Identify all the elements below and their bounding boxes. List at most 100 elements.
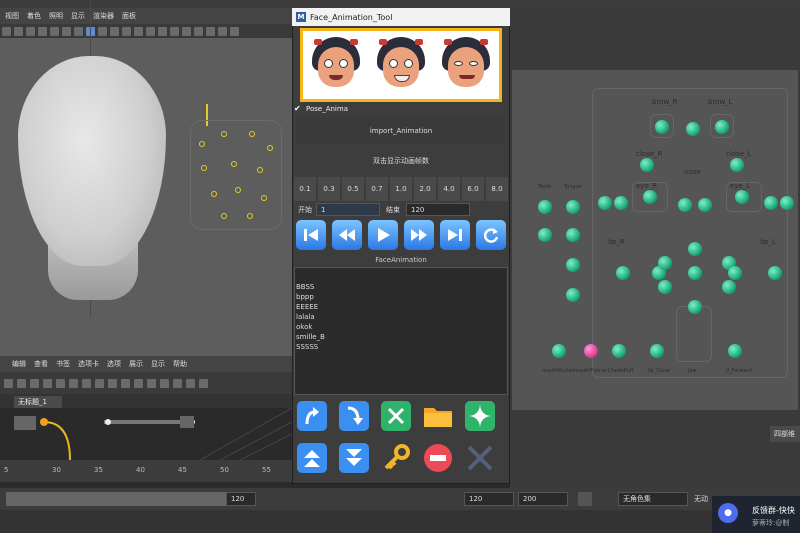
move-up-button[interactable]	[296, 400, 328, 432]
ctrl-lip-l-down[interactable]	[722, 280, 736, 294]
speed-button[interactable]: 6.0	[462, 177, 484, 201]
pose-thumbnail-3[interactable]	[440, 35, 492, 95]
rig-control[interactable]	[201, 165, 207, 171]
go-to-end-button[interactable]	[440, 220, 470, 250]
rig-control[interactable]	[221, 131, 227, 137]
graph-icon[interactable]	[82, 378, 91, 388]
speed-button[interactable]: 0.7	[366, 177, 388, 201]
rig-control[interactable]	[261, 195, 267, 201]
ctrl-close-l[interactable]	[730, 158, 744, 172]
ctrl-nose-r[interactable]	[678, 198, 692, 212]
go-to-start-button[interactable]	[296, 220, 326, 250]
sparkle-button[interactable]	[464, 400, 496, 432]
list-item[interactable]: bppp	[296, 292, 507, 302]
fast-forward-button[interactable]	[404, 220, 434, 250]
isolate-icon[interactable]	[170, 26, 179, 36]
graph-tab[interactable]: 无标题_1	[14, 396, 62, 408]
delete-item-button[interactable]	[380, 400, 412, 432]
menu-tabs[interactable]: 选项卡	[78, 359, 99, 369]
graph-icon[interactable]	[30, 378, 39, 388]
menu-bookmarks[interactable]: 书签	[56, 359, 70, 369]
camera-icon[interactable]	[2, 26, 11, 36]
menu-shading[interactable]: 着色	[27, 11, 41, 21]
graph-icon[interactable]	[95, 378, 104, 388]
ctrl-eye-l[interactable]	[735, 190, 749, 204]
ctrl-lip-r-down[interactable]	[658, 280, 672, 294]
shadows-icon[interactable]	[158, 26, 167, 36]
graph-icon[interactable]	[17, 378, 26, 388]
pose-thumbnail-2[interactable]	[375, 35, 427, 95]
range-slider[interactable]	[6, 492, 252, 506]
speed-button[interactable]: 4.0	[438, 177, 460, 201]
play-button[interactable]	[368, 220, 398, 250]
ctrl-close-r[interactable]	[640, 158, 654, 172]
graph-icon[interactable]	[69, 378, 78, 388]
pose-thumbnail-1[interactable]	[310, 35, 362, 95]
anim-start-field[interactable]: 120	[464, 492, 514, 506]
graph-icon[interactable]	[186, 378, 195, 388]
rig-control[interactable]	[257, 167, 263, 173]
rig-control[interactable]	[235, 187, 241, 193]
show-frames-label[interactable]: 双击显示动画帧数	[296, 148, 506, 174]
speed-button[interactable]: 0.5	[342, 177, 364, 201]
speed-button[interactable]: 1.0	[390, 177, 412, 201]
ctrl-lip-close[interactable]	[650, 344, 664, 358]
remove-button[interactable]	[422, 442, 454, 474]
facial-rig-controls[interactable]	[190, 120, 282, 230]
graph-icon[interactable]	[199, 378, 208, 388]
range-end-field[interactable]: 120	[226, 492, 256, 506]
menu-panels[interactable]: 面板	[122, 11, 136, 21]
tool-titlebar[interactable]: M Face_Animation_Tool	[292, 8, 510, 26]
start-frame-input[interactable]: 1	[316, 203, 380, 216]
time-slider[interactable]	[0, 460, 292, 482]
key-icon[interactable]	[578, 492, 592, 506]
ctrl-eye-l-outer[interactable]	[780, 196, 794, 210]
graph-icon[interactable]	[56, 378, 65, 388]
menu-view2[interactable]: 查看	[34, 359, 48, 369]
picker-side-button[interactable]: 四部维	[770, 426, 800, 442]
pose-anima-checkbox[interactable]: ✔	[294, 105, 302, 113]
menu-edit[interactable]: 编辑	[12, 359, 26, 369]
menu-lighting[interactable]: 照明	[49, 11, 63, 21]
list-item[interactable]: EEEEE	[296, 302, 507, 312]
search-icon[interactable]	[160, 378, 169, 388]
menu-options[interactable]: 选项	[107, 359, 121, 369]
ctrl-nose-l[interactable]	[698, 198, 712, 212]
graph-icon[interactable]	[121, 378, 130, 388]
import-animation-button[interactable]: import_Animation	[296, 118, 506, 144]
xray-joints-icon[interactable]	[194, 26, 203, 36]
dof-icon[interactable]	[230, 26, 239, 36]
speed-button[interactable]: 2.0	[414, 177, 436, 201]
menu-view[interactable]: 视图	[5, 11, 19, 21]
aa-icon[interactable]	[218, 26, 227, 36]
ctrl-eye-r[interactable]	[643, 190, 657, 204]
list-item[interactable]: BBSS	[296, 282, 507, 292]
ctrl-teeth-2[interactable]	[538, 228, 552, 242]
ctrl-lip-l[interactable]	[728, 266, 742, 280]
menu-help[interactable]: 帮助	[173, 359, 187, 369]
safe-frame-icon[interactable]	[38, 26, 47, 36]
set-key-button[interactable]	[380, 442, 412, 474]
resolution-gate-icon[interactable]	[50, 26, 59, 36]
ctrl-cheek-puff[interactable]	[612, 344, 626, 358]
graph-icon[interactable]	[43, 378, 52, 388]
graph-icon[interactable]	[134, 378, 143, 388]
ctrl-eye-l-mid[interactable]	[764, 196, 778, 210]
animation-list[interactable]: BBSS bppp EEEEE lalala okok smille_B SSS…	[294, 267, 508, 395]
ctrl-lip-r-up[interactable]	[658, 256, 672, 270]
rewind-button[interactable]	[332, 220, 362, 250]
list-item[interactable]: smille_B	[296, 332, 507, 342]
lights-icon[interactable]	[146, 26, 155, 36]
list-item[interactable]: lalala	[296, 312, 507, 322]
gate-mask-icon[interactable]	[62, 26, 71, 36]
pose-thumbnails[interactable]	[303, 31, 499, 99]
ctrl-lip-l-outer[interactable]	[768, 266, 782, 280]
ctrl-tongue-2[interactable]	[566, 228, 580, 242]
speed-button[interactable]: 8.0	[486, 177, 508, 201]
grid-toggle-icon[interactable]	[98, 26, 107, 36]
node-graph-area[interactable]	[0, 408, 292, 460]
graph-icon[interactable]	[173, 378, 182, 388]
end-frame-input[interactable]: 120	[406, 203, 470, 216]
ctrl-brow-r-inner[interactable]	[655, 120, 669, 134]
ao-icon[interactable]	[206, 26, 215, 36]
